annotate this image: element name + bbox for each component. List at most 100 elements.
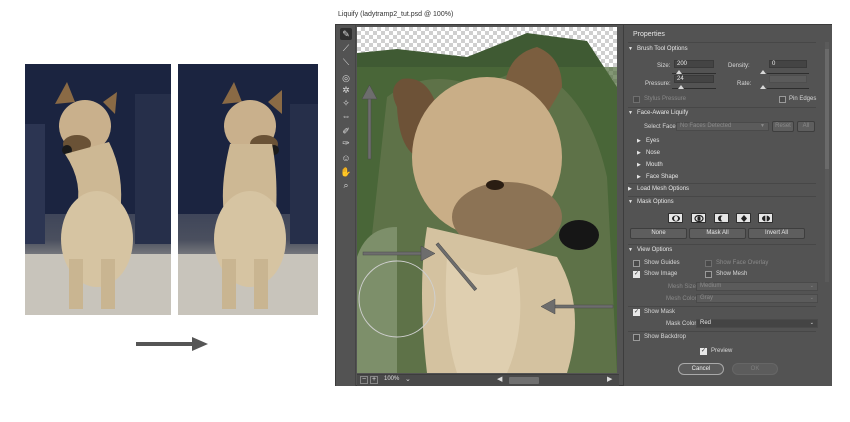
window-title: Liquify (ladytramp2_tut.psd @ 100%)	[338, 11, 454, 18]
rate-slider[interactable]	[760, 85, 766, 89]
pucker-icon[interactable]: ✲	[340, 84, 352, 96]
replace-selection-icon[interactable]	[668, 213, 683, 223]
thaw-mask-icon[interactable]: ✑	[340, 137, 352, 149]
invert-selection-icon[interactable]	[758, 213, 773, 223]
scroll-right-icon[interactable]: ▶	[607, 375, 612, 383]
hand-icon[interactable]: ✋	[340, 166, 352, 178]
mouth-item[interactable]: Mouth	[637, 160, 827, 171]
preview-checkbox[interactable]: ✓	[700, 348, 707, 355]
chevron-down-icon: ⌄	[809, 320, 814, 326]
subtract-from-selection-icon[interactable]	[714, 213, 729, 223]
show-backdrop-checkbox[interactable]	[633, 334, 640, 341]
select-face-dropdown[interactable]: No Faces Detected ▼	[676, 122, 769, 131]
divider	[628, 306, 816, 307]
liquify-dialog: ✎ ⟋ ⟍ ◎ ✲ ✧ ⇔ ✐ ✑ ☺ ✋ ⌕ − + 100% ⌄ ◀ ▶ P…	[335, 24, 832, 386]
divider	[628, 42, 816, 43]
before-thumbnail	[25, 64, 171, 315]
show-image-checkbox[interactable]: ✓	[633, 271, 640, 278]
reconstruct-icon[interactable]: ⟋	[340, 42, 352, 54]
show-mask-checkbox[interactable]: ✓	[633, 309, 640, 316]
mesh-color-label: Mesh Color:	[666, 296, 699, 302]
freeze-mask-icon[interactable]: ✐	[340, 125, 352, 137]
stylus-pressure-checkbox[interactable]	[633, 96, 640, 103]
forward-warp-icon[interactable]: ✎	[340, 28, 352, 40]
zoom-in-button[interactable]: +	[370, 376, 378, 384]
face-shape-item[interactable]: Face Shape	[637, 172, 827, 183]
tool-bar: ✎ ⟋ ⟍ ◎ ✲ ✧ ⇔ ✐ ✑ ☺ ✋ ⌕	[336, 25, 356, 386]
size-input[interactable]: 200	[674, 60, 714, 68]
show-face-overlay-label: Show Face Overlay	[716, 260, 769, 266]
show-guides-checkbox[interactable]	[633, 260, 640, 267]
ok-button[interactable]: OK	[732, 363, 778, 375]
panel-title: Properties	[633, 31, 665, 38]
nose-item[interactable]: Nose	[637, 148, 827, 159]
show-guides-label: Show Guides	[644, 260, 680, 266]
brush-tool-options-header[interactable]: Brush Tool Options	[628, 44, 818, 55]
invert-all-button[interactable]: Invert All	[748, 228, 805, 239]
bloat-icon[interactable]: ✧	[340, 97, 352, 109]
all-button[interactable]: All	[797, 121, 815, 132]
density-slider[interactable]	[760, 70, 766, 74]
rate-input[interactable]	[769, 75, 807, 83]
zoom-level: 100%	[384, 376, 400, 382]
mesh-size-label: Mesh Size:	[668, 284, 698, 290]
show-backdrop-label: Show Backdrop	[644, 334, 687, 340]
smooth-icon[interactable]: ⟍	[340, 56, 352, 68]
chevron-down-icon: ⌄	[809, 295, 814, 301]
properties-panel: Properties Brush Tool Options Size: 200 …	[623, 25, 832, 386]
after-thumbnail	[178, 64, 318, 315]
mask-all-button[interactable]: Mask All	[689, 228, 746, 239]
stylus-pressure-label: Stylus Pressure	[644, 96, 687, 102]
intersect-selection-icon[interactable]	[736, 213, 751, 223]
face-tool-icon[interactable]: ☺	[340, 152, 352, 164]
size-label: Size:	[657, 63, 671, 69]
twirl-icon[interactable]: ◎	[340, 72, 352, 84]
pin-edges-checkbox[interactable]	[779, 96, 786, 103]
push-left-icon[interactable]: ⇔	[340, 110, 352, 122]
mesh-size-dropdown[interactable]: Medium ⌄	[696, 282, 818, 291]
status-bar: − + 100% ⌄ ◀ ▶	[357, 374, 619, 386]
chevron-down-icon: ⌄	[809, 283, 814, 289]
zoom-out-button[interactable]: −	[360, 376, 368, 384]
show-mesh-label: Show Mesh	[716, 271, 748, 277]
zoom-dropdown-chevron-icon[interactable]: ⌄	[405, 375, 411, 383]
rate-label: Rate:	[737, 81, 752, 87]
dog-after-image	[178, 64, 318, 315]
mask-none-button[interactable]: None	[630, 228, 687, 239]
select-face-label: Select Face:	[644, 124, 678, 130]
cancel-button[interactable]: Cancel	[678, 363, 724, 375]
show-image-label: Show Image	[644, 271, 678, 277]
pressure-slider[interactable]	[678, 85, 684, 89]
zoom-icon[interactable]: ⌕	[340, 179, 352, 191]
mesh-color-dropdown[interactable]: Gray ⌄	[696, 294, 818, 303]
show-mask-label: Show Mask	[644, 309, 676, 315]
reset-button[interactable]: Reset	[772, 121, 794, 132]
density-slider-track	[767, 73, 809, 74]
dog-before-image	[25, 64, 171, 315]
mask-color-dropdown[interactable]: Red ⌄	[696, 319, 818, 328]
rate-slider-track	[767, 88, 809, 89]
mesh-size-value: Medium	[700, 283, 722, 289]
size-slider[interactable]	[676, 70, 682, 74]
preview-canvas[interactable]	[357, 27, 617, 373]
face-aware-liquify-header[interactable]: Face-Aware Liquify	[628, 108, 818, 119]
load-mesh-options-header[interactable]: Load Mesh Options	[628, 184, 818, 195]
horizontal-scrollbar[interactable]	[509, 377, 539, 384]
mask-options-header[interactable]: Mask Options	[628, 197, 818, 208]
density-input[interactable]: 0	[769, 60, 807, 68]
mask-color-label: Mask Color:	[666, 321, 699, 327]
show-mesh-checkbox[interactable]	[705, 271, 712, 278]
warped-dog-image	[357, 33, 617, 373]
eyes-item[interactable]: Eyes	[637, 136, 827, 147]
pressure-label: Pressure:	[645, 81, 671, 87]
mask-color-value: Red	[700, 320, 712, 326]
pin-edges-label: Pin Edges	[789, 96, 817, 102]
view-options-header[interactable]: View Options	[628, 245, 818, 256]
show-face-overlay-checkbox[interactable]	[705, 260, 712, 267]
select-face-value: No Faces Detected	[680, 123, 732, 129]
divider	[628, 331, 816, 332]
scroll-left-icon[interactable]: ◀	[497, 375, 502, 383]
before-after-arrow	[136, 337, 208, 351]
add-to-selection-icon[interactable]	[691, 213, 706, 223]
pressure-input[interactable]: 24	[674, 75, 714, 83]
